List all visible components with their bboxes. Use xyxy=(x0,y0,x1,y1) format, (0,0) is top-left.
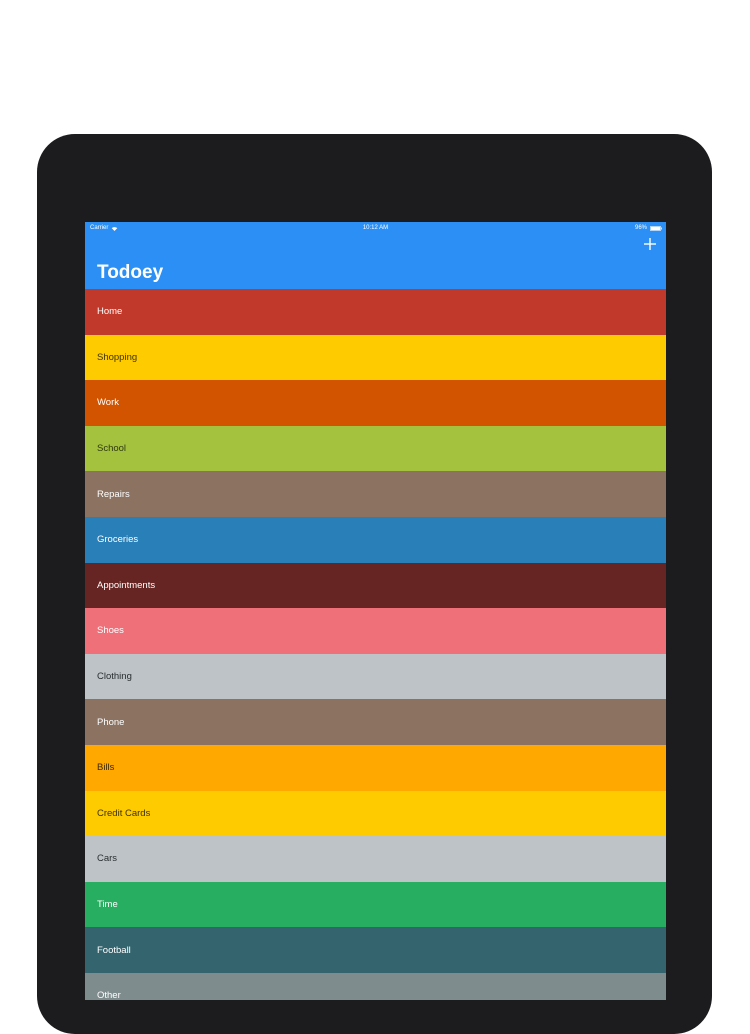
category-label: School xyxy=(97,443,127,455)
category-row[interactable]: Appointments xyxy=(85,562,666,609)
category-label: Bills xyxy=(97,762,115,774)
category-row[interactable]: School xyxy=(85,425,666,472)
status-right: 96% xyxy=(635,225,662,231)
category-row[interactable]: Home xyxy=(85,289,666,335)
category-row[interactable]: Credit Cards xyxy=(85,790,666,837)
category-row[interactable]: Bills xyxy=(85,744,666,791)
category-label: Work xyxy=(97,397,119,409)
category-row[interactable]: Work xyxy=(85,380,666,426)
category-label: Football xyxy=(97,944,131,956)
category-row[interactable]: Shopping xyxy=(85,334,666,381)
app-screen: Carrier 10:12 AM 96% Todoey Home Shoppin… xyxy=(85,222,666,1000)
category-row[interactable]: Cars xyxy=(85,836,666,882)
category-label: Appointments xyxy=(97,579,156,591)
category-row[interactable]: Shoes xyxy=(85,608,666,654)
battery-label: 96% xyxy=(634,225,647,231)
plus-icon xyxy=(644,238,656,250)
category-label: Clothing xyxy=(97,671,132,683)
category-label: Home xyxy=(97,306,123,318)
status-bar: Carrier 10:12 AM 96% xyxy=(85,222,666,236)
battery-icon xyxy=(650,225,662,231)
page-title: Todoey xyxy=(97,262,164,283)
category-label: Cars xyxy=(97,853,118,865)
category-label: Shopping xyxy=(97,351,138,363)
add-category-button[interactable] xyxy=(643,237,657,251)
category-label: Shoes xyxy=(97,625,124,637)
category-label: Repairs xyxy=(97,488,130,500)
category-row[interactable]: Other xyxy=(85,972,666,1000)
category-label: Credit Cards xyxy=(97,807,151,819)
category-label: Time xyxy=(97,899,118,911)
category-list: Home Shopping Work School Repairs Groceries Ap… xyxy=(85,289,666,1000)
category-row[interactable]: Football xyxy=(85,927,666,973)
category-row[interactable]: Groceries xyxy=(85,516,666,563)
category-row[interactable]: Phone xyxy=(85,699,666,745)
category-row[interactable]: Clothing xyxy=(85,653,666,700)
category-row[interactable]: Time xyxy=(85,881,666,928)
category-label: Groceries xyxy=(97,534,139,546)
category-label: Phone xyxy=(97,716,125,728)
category-label: Other xyxy=(97,990,121,1000)
navigation-bar: Carrier 10:12 AM 96% Todoey xyxy=(85,222,666,289)
status-time: 10:12 AM xyxy=(362,225,389,231)
category-row[interactable]: Repairs xyxy=(85,471,666,517)
